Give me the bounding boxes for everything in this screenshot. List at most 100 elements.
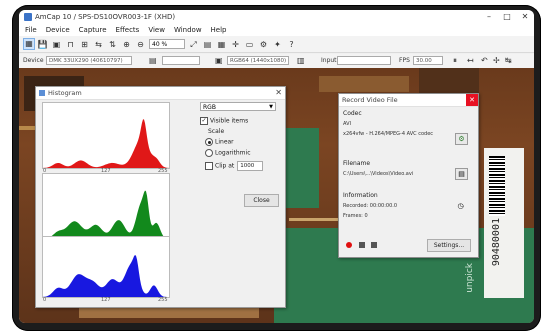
zoom-out-icon[interactable]: ⊖ [135, 39, 146, 50]
checkmark-icon: ✓ [200, 117, 208, 125]
checkbox-icon [205, 162, 213, 170]
properties-icon[interactable]: ⊓ [65, 39, 76, 50]
zoom-select[interactable]: 40 % [149, 39, 185, 49]
input-label: Input [321, 57, 337, 64]
filename-group: Filename C:\Users\...\Videos\Video.avi [343, 160, 472, 177]
folder-browse-icon[interactable]: ▤ [455, 168, 468, 180]
maximize-button[interactable]: □ [498, 10, 516, 24]
information-header: Information [343, 192, 378, 199]
record-settings-button[interactable]: Settings... [427, 239, 471, 252]
menu-view[interactable]: View [148, 24, 165, 36]
blue-tick-127: 127 [101, 297, 111, 303]
app-window: AmCap 10 / SPS-DS10OVR003-1F (XHD) – □ ✕… [19, 10, 534, 323]
scale-label: Scale [208, 128, 225, 135]
title-bar: AmCap 10 / SPS-DS10OVR003-1F (XHD) – □ ✕ [19, 10, 534, 24]
minimize-button[interactable]: – [480, 10, 498, 24]
information-group: Information Recorded: 00:00:00.0 Frames:… [343, 192, 472, 219]
trigger-icon[interactable]: ✦ [272, 39, 283, 50]
fps-select[interactable]: 30.00 [413, 56, 443, 65]
flip-vertical-icon[interactable]: ⇅ [107, 39, 118, 50]
format-icon[interactable]: ▣ [215, 56, 223, 66]
red-histogram-plot [42, 102, 170, 169]
device-label: Device [23, 57, 44, 64]
blue-histogram-area [43, 255, 169, 297]
visible-items-label: Visible items [210, 117, 249, 125]
snapshot-icon[interactable]: ▣ [51, 39, 62, 50]
menu-file[interactable]: File [25, 24, 37, 36]
close-window-button[interactable]: ✕ [516, 10, 534, 24]
blue-tick-255: 255 [158, 297, 168, 303]
fit-icon[interactable]: ⤢ [188, 39, 199, 50]
blue-histogram-svg [43, 255, 169, 297]
video-norm-select[interactable] [162, 56, 200, 65]
display-icon[interactable]: ▭ [244, 39, 255, 50]
pcb-silkscreen-text: unpick [465, 263, 475, 293]
help-icon[interactable]: ? [286, 39, 297, 50]
linear-radio[interactable]: Linear [205, 138, 234, 146]
menu-bar: File Device Capture Effects View Window … [19, 24, 534, 36]
device-properties-icon[interactable]: ▤ [149, 56, 157, 66]
green-histogram-plot [42, 173, 170, 240]
zoom-in-icon[interactable]: ⊕ [121, 39, 132, 50]
codec-header: Codec [343, 110, 362, 117]
logarithmic-radio[interactable]: Logarithmic [205, 149, 251, 157]
record-start-icon[interactable] [346, 242, 352, 248]
menu-effects[interactable]: Effects [116, 24, 140, 36]
filename-header: Filename [343, 160, 371, 167]
video-format-select[interactable]: RGB64 (1440x1080) [227, 56, 289, 65]
crosshair-icon[interactable]: ✛ [230, 39, 241, 50]
arrow-left-icon[interactable]: ↤ [467, 56, 474, 66]
histogram-close-icon[interactable]: ✕ [275, 87, 282, 99]
app-icon [24, 13, 32, 21]
menu-window[interactable]: Window [174, 24, 202, 36]
barcode [489, 156, 505, 216]
menu-capture[interactable]: Capture [79, 24, 107, 36]
grid-icon[interactable]: ▦ [216, 39, 227, 50]
green-histogram-area [43, 190, 169, 239]
curve-icon[interactable]: ↶ [481, 56, 488, 66]
pause-record-icon[interactable] [359, 242, 365, 248]
recorded-time: Recorded: 00:00:00.0 [343, 203, 398, 209]
flip-horizontal-icon[interactable]: ⇆ [93, 39, 104, 50]
device-select[interactable]: DMK 33UX290 (40610797) [46, 56, 132, 65]
record-icon[interactable]: ▦ [23, 38, 35, 50]
red-histogram-svg [43, 119, 169, 168]
format-settings-icon[interactable]: ▥ [297, 56, 305, 66]
histogram-dialog-icon [39, 90, 45, 96]
channel-select[interactable]: RGB ▼ [200, 102, 276, 111]
logarithmic-label: Logarithmic [215, 149, 251, 157]
save-icon[interactable]: 💾 [37, 39, 48, 50]
visible-items-checkbox[interactable]: ✓ Visible items [200, 117, 248, 125]
radio-selected-icon [205, 138, 213, 146]
sharpness-icon[interactable]: ✢ [493, 56, 500, 66]
arrows-icon[interactable]: ↹ [505, 56, 512, 66]
blue-histogram-plot [42, 236, 170, 298]
menu-help[interactable]: Help [211, 24, 227, 36]
record-close-button[interactable]: ✕ [466, 94, 478, 106]
device-settings-icon[interactable]: ⚙ [258, 39, 269, 50]
clip-value-input[interactable]: 1000 [237, 161, 264, 171]
record-title: Record Video File [342, 96, 398, 104]
record-video-dialog: Record Video File ✕ Codec AVI x264vfw - … [338, 93, 479, 258]
record-title-bar: Record Video File ✕ [339, 94, 478, 107]
overlay-icon[interactable]: ▤ [202, 39, 213, 50]
clock-icon: ◷ [457, 202, 464, 210]
stop-record-icon[interactable] [371, 242, 377, 248]
channel-value: RGB [203, 104, 216, 111]
red-histogram-area [43, 119, 169, 168]
frames-count: Frames: 0 [343, 213, 368, 219]
avi-label: AVI [343, 121, 351, 127]
codec-value: x264vfw - H.264/MPEG-4 AVC codec [343, 131, 434, 137]
input-select[interactable] [337, 56, 391, 65]
histogram-title: Histogram [48, 89, 82, 97]
histogram-title-bar: Histogram ✕ [36, 87, 285, 100]
chevron-down-icon: ▼ [269, 104, 273, 110]
linear-label: Linear [215, 138, 234, 146]
histogram-close-button[interactable]: Close [244, 194, 279, 207]
codec-group: Codec AVI x264vfw - H.264/MPEG-4 AVC cod… [343, 110, 472, 137]
frame-icon[interactable]: ⊞ [79, 39, 90, 50]
clip-checkbox[interactable]: Clip at 1000 [205, 161, 264, 171]
codec-settings-icon[interactable]: ⚙ [455, 133, 468, 145]
menu-device[interactable]: Device [46, 24, 70, 36]
pause-icon[interactable]: ⏸ [453, 56, 457, 66]
